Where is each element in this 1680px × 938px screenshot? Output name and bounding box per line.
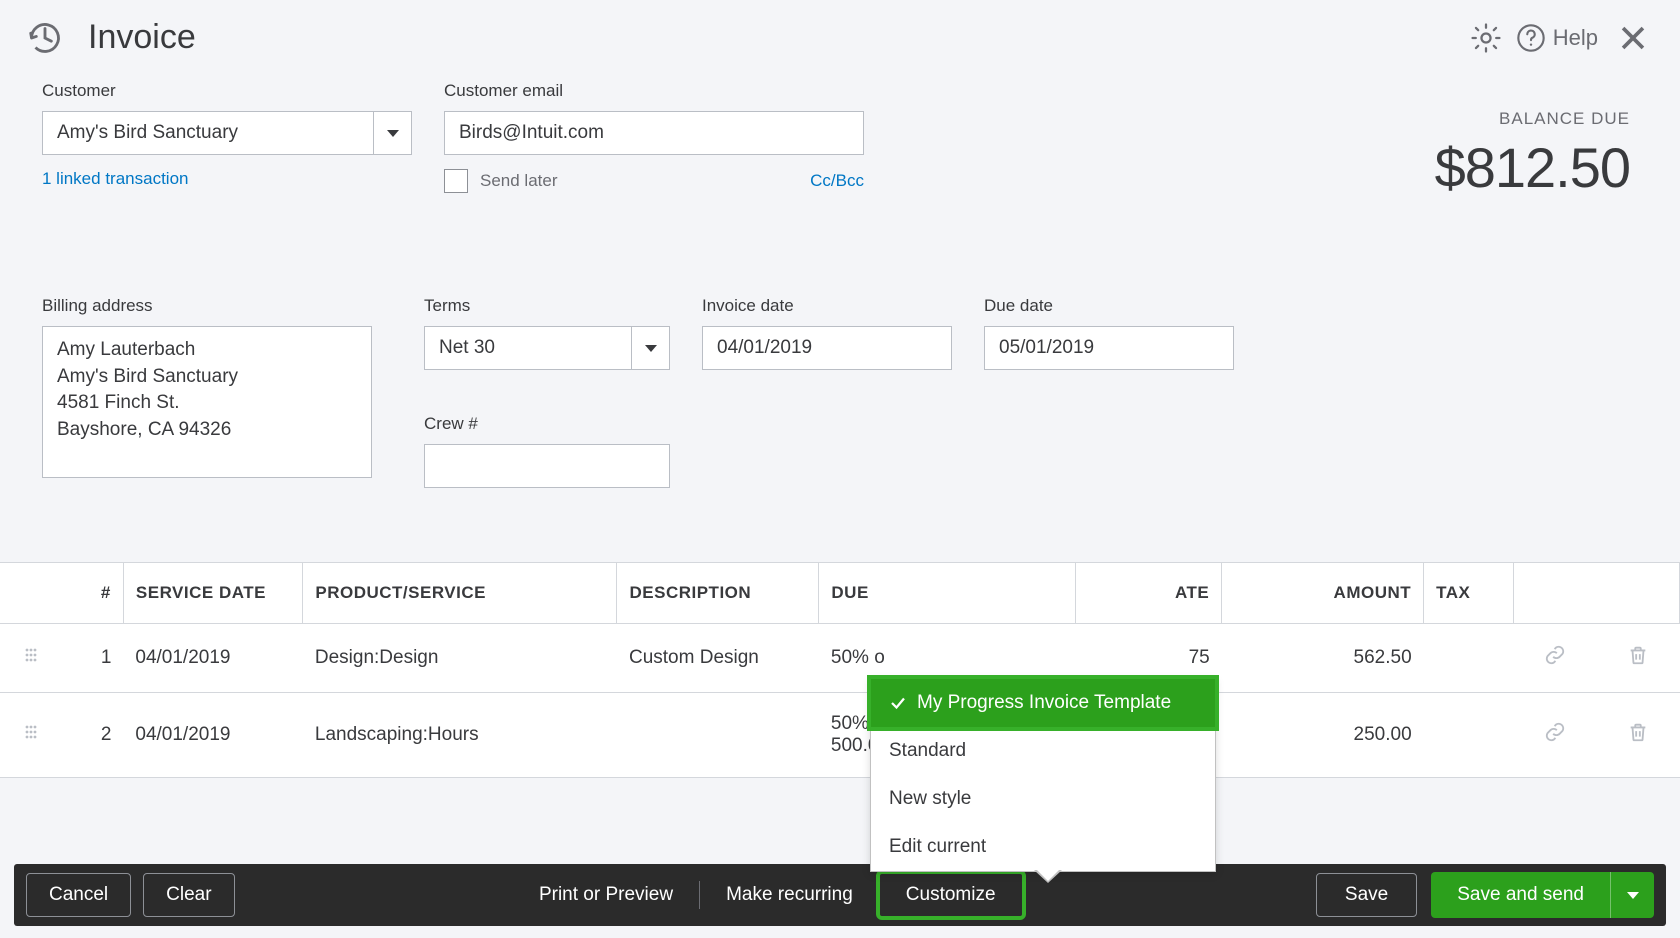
settings-button[interactable] [1469,21,1503,55]
balance-due-amount: $812.50 [1435,135,1630,200]
history-icon[interactable] [26,19,64,57]
help-button[interactable]: Help [1515,22,1598,54]
customize-menu-item-selected[interactable]: My Progress Invoice Template [871,679,1215,727]
clear-button[interactable]: Clear [143,873,234,917]
make-recurring-button[interactable]: Make recurring [700,874,879,916]
col-service-date: SERVICE DATE [123,563,302,624]
table-row[interactable]: 1 04/01/2019 Design:Design Custom Design… [0,624,1680,693]
line-items-table: # SERVICE DATE PRODUCT/SERVICE DESCRIPTI… [0,563,1680,778]
linked-transaction-link[interactable]: 1 linked transaction [42,169,412,189]
col-num: # [63,563,124,624]
due-date-label: Due date [984,296,1234,316]
close-icon [1616,21,1650,55]
billing-address-label: Billing address [42,296,392,316]
customize-button[interactable]: Customize [880,874,1022,916]
check-icon [889,694,907,712]
due-date-input[interactable]: 05/01/2019 [984,326,1234,370]
customize-menu-item[interactable]: New style [871,775,1215,823]
customize-menu: My Progress Invoice Template Standard Ne… [870,678,1216,872]
terms-select[interactable]: Net 30 [424,326,670,370]
col-tax: TAX [1424,563,1514,624]
customer-dropdown-trigger[interactable] [373,112,411,154]
table-row[interactable]: 2 04/01/2019 Landscaping:Hours 50% of 50… [0,693,1680,778]
col-due: DUE [819,563,1076,624]
send-later-checkbox[interactable] [444,169,468,193]
link-icon[interactable] [1513,624,1596,693]
customize-menu-item[interactable]: Standard [871,727,1215,775]
ccbcc-link[interactable]: Cc/Bcc [810,171,864,191]
crew-label: Crew # [424,414,670,434]
invoice-date-input[interactable]: 04/01/2019 [702,326,952,370]
trash-icon[interactable] [1596,693,1679,778]
drag-handle-icon[interactable] [0,624,63,693]
help-icon [1515,22,1547,54]
customer-select[interactable]: Amy's Bird Sanctuary [42,111,412,155]
send-later-label: Send later [480,171,558,191]
help-label: Help [1553,25,1598,51]
drag-handle-icon[interactable] [0,693,63,778]
customize-menu-item[interactable]: Edit current [871,823,1215,871]
invoice-date-label: Invoice date [702,296,952,316]
save-and-send-dropdown[interactable] [1610,872,1654,918]
customer-label: Customer [42,81,412,101]
email-label: Customer email [444,81,864,101]
col-product: PRODUCT/SERVICE [303,563,617,624]
terms-label: Terms [424,296,670,316]
save-and-send-button[interactable]: Save and send [1431,872,1654,918]
col-rate-partial: ATE [1076,563,1222,624]
email-input[interactable]: Birds@Intuit.com [444,111,864,155]
crew-input[interactable] [424,444,670,488]
footer-bar: Cancel Clear Print or Preview Make recur… [14,864,1666,926]
trash-icon[interactable] [1596,624,1679,693]
terms-dropdown-trigger[interactable] [631,327,669,369]
balance-due-label: BALANCE DUE [1435,109,1630,129]
col-description: DESCRIPTION [617,563,819,624]
customer-value: Amy's Bird Sanctuary [43,112,373,154]
col-amount: AMOUNT [1222,563,1424,624]
print-preview-button[interactable]: Print or Preview [513,874,699,916]
billing-address-input[interactable]: Amy Lauterbach Amy's Bird Sanctuary 4581… [42,326,372,478]
close-button[interactable] [1616,21,1650,55]
gear-icon [1469,21,1503,55]
link-icon[interactable] [1513,693,1596,778]
cancel-button[interactable]: Cancel [26,873,131,917]
terms-value: Net 30 [425,327,631,369]
page-title: Invoice [88,18,196,57]
save-button[interactable]: Save [1316,873,1417,917]
